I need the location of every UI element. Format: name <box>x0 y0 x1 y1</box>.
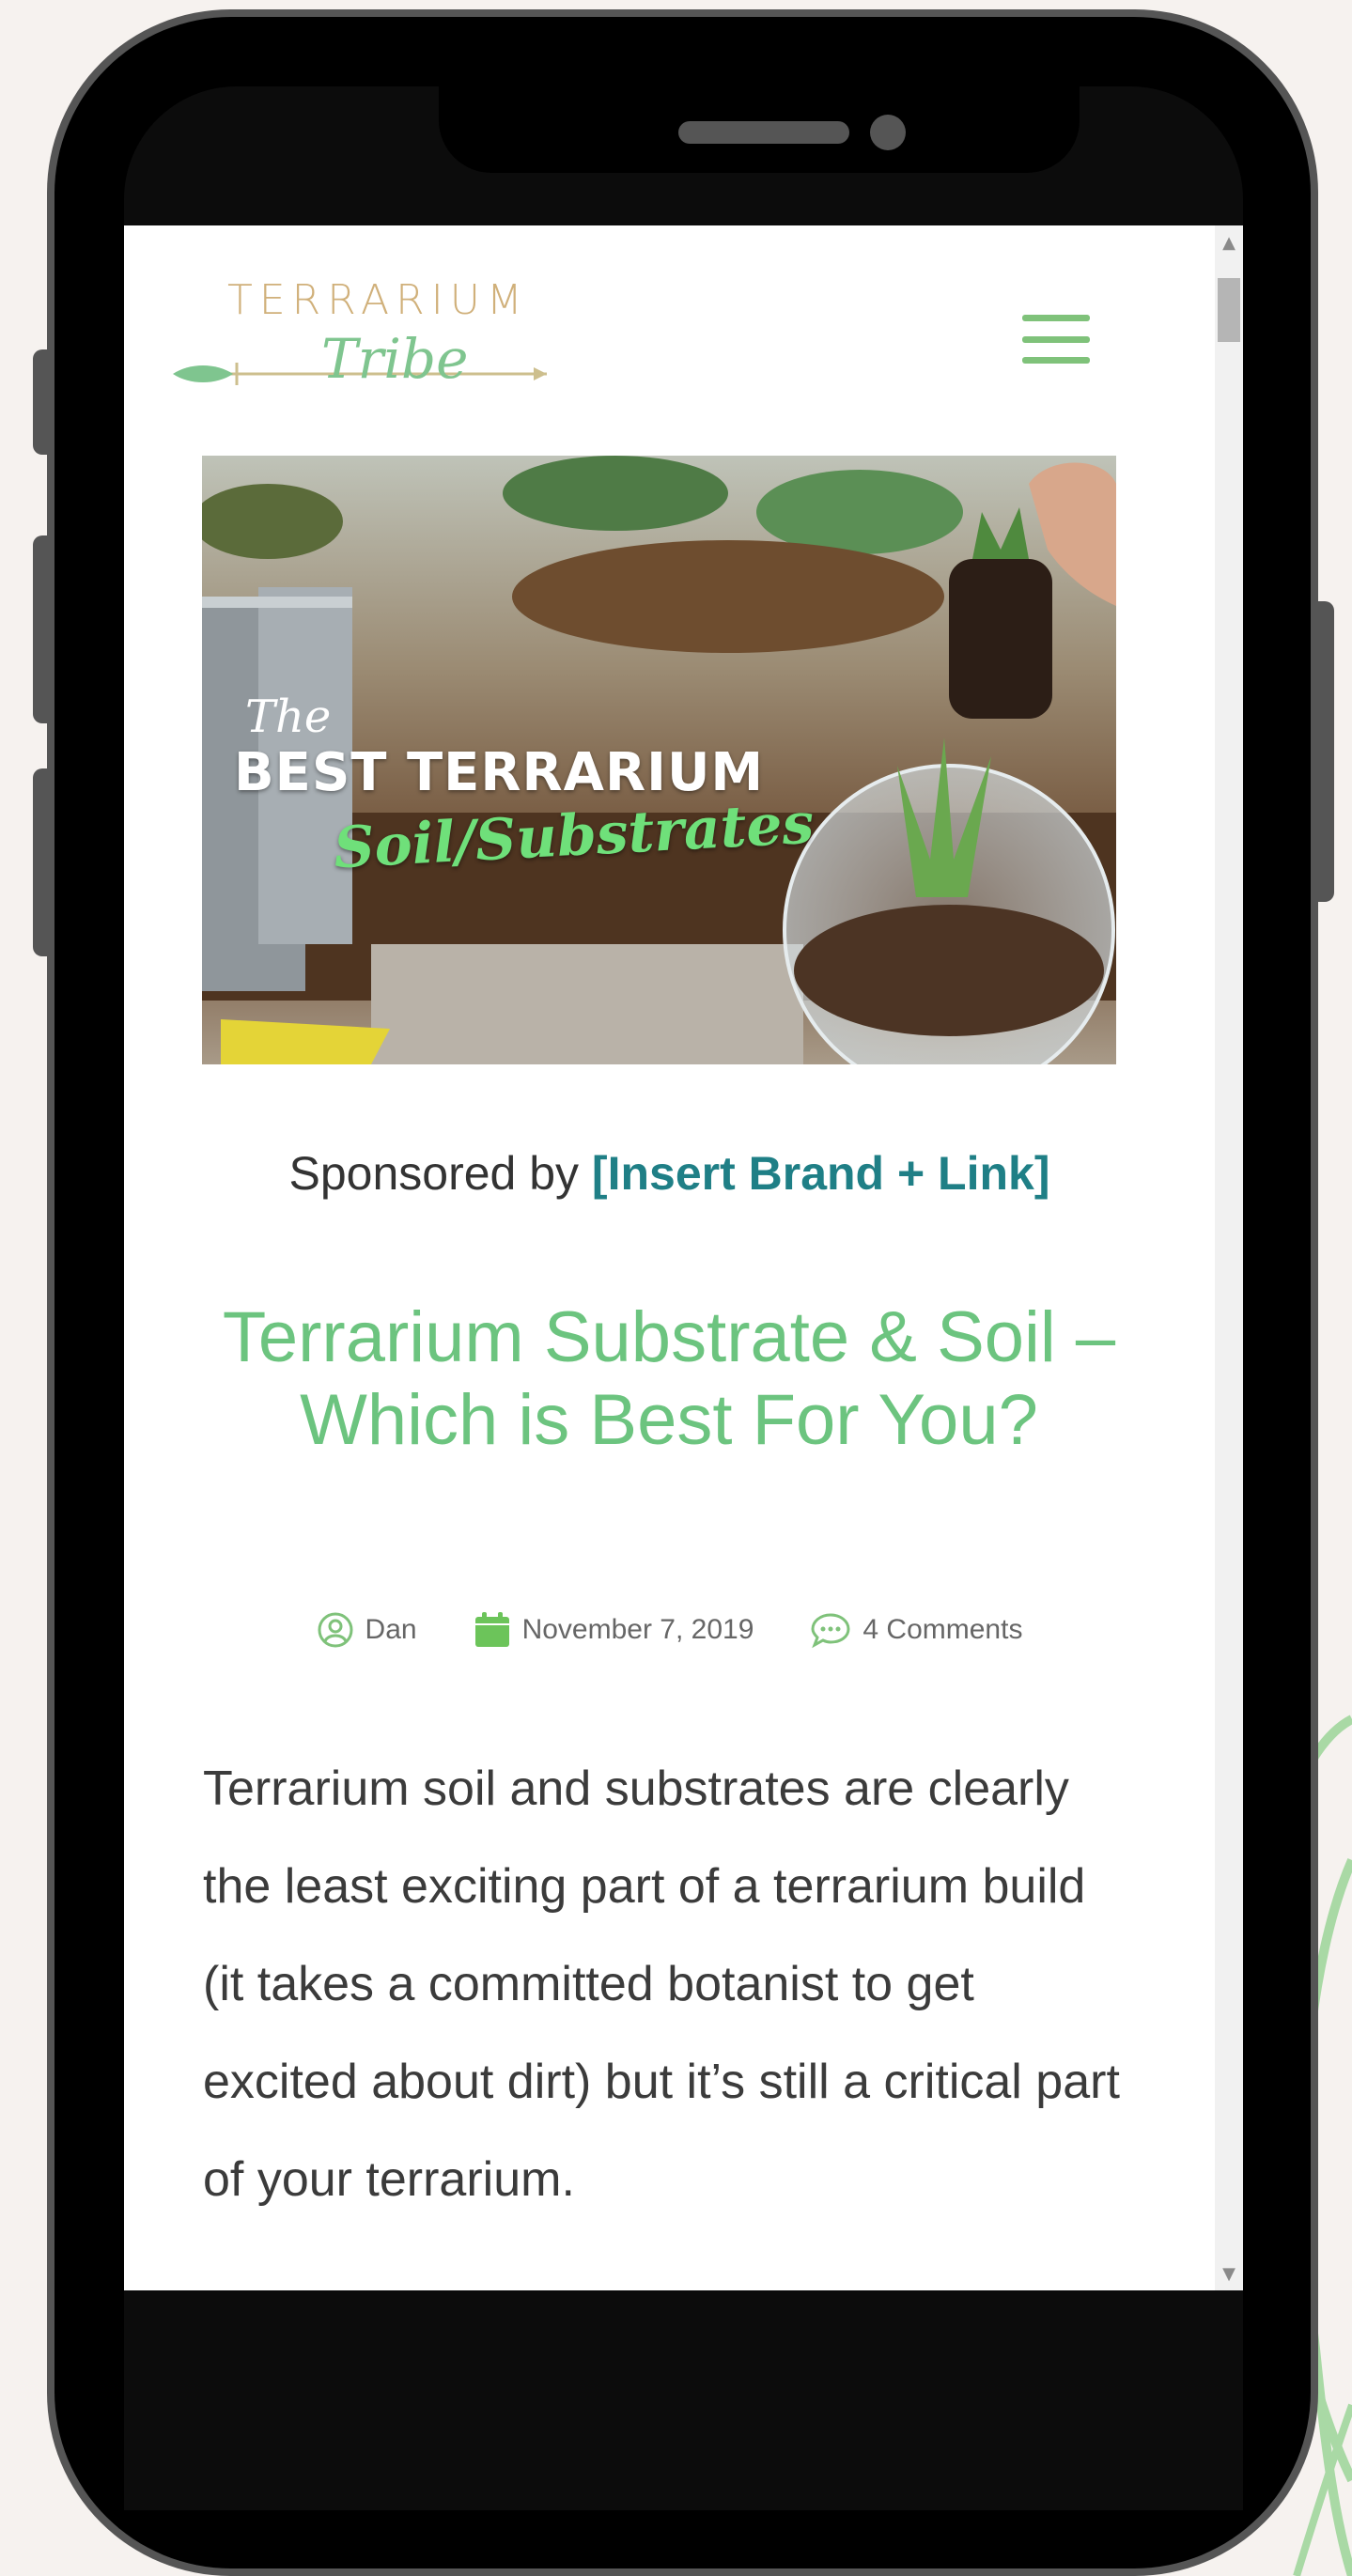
browser-viewport: TERRARIUM Tribe The BEST TERRARIUM Soil/… <box>124 225 1243 2290</box>
menu-line <box>1022 335 1090 343</box>
sponsored-line: Sponsored by [Insert Brand + Link] <box>124 1146 1215 1201</box>
meta-author[interactable]: Dan <box>317 1611 417 1649</box>
post-date: November 7, 2019 <box>521 1614 754 1645</box>
menu-line <box>1022 315 1090 321</box>
user-icon <box>318 1612 353 1648</box>
scroll-thumb[interactable] <box>1218 278 1240 342</box>
meta-comments[interactable]: 4 Comments <box>810 1611 1022 1649</box>
hamburger-menu-icon[interactable] <box>1022 315 1090 364</box>
front-camera <box>870 115 906 150</box>
post-meta: Dan November 7, 2019 4 Comments <box>124 1606 1215 1653</box>
logo-wordmark: TERRARIUM <box>227 276 529 324</box>
hero-the-text: The <box>245 691 332 743</box>
meta-date[interactable]: November 7, 2019 <box>474 1611 754 1649</box>
logo-script-text: Tribe <box>321 327 469 391</box>
calendar-icon <box>474 1612 509 1647</box>
menu-line <box>1022 357 1090 364</box>
vertical-scrollbar[interactable]: ▲ ▼ <box>1215 225 1243 2290</box>
post-body-paragraph: Terrarium soil and substrates are clearl… <box>203 1761 1120 2207</box>
site-logo[interactable]: TERRARIUM Tribe <box>171 272 556 404</box>
scroll-down-arrow-icon[interactable]: ▼ <box>1215 2264 1243 2285</box>
phone-notch <box>439 86 1080 173</box>
author-name: Dan <box>365 1614 417 1645</box>
phone-bottom-bezel <box>124 2290 1243 2510</box>
scroll-up-arrow-icon[interactable]: ▲ <box>1215 233 1243 254</box>
speaker-grille <box>678 121 849 144</box>
sponsor-link[interactable]: [Insert Brand + Link] <box>592 1147 1050 1200</box>
sponsored-prefix: Sponsored by <box>288 1147 592 1200</box>
post-title: Terrarium Substrate & Soil – Which is Be… <box>222 1297 1116 1460</box>
comment-icon <box>811 1613 850 1649</box>
comment-count: 4 Comments <box>862 1614 1023 1645</box>
hero-title-text: BEST TERRARIUM <box>234 742 765 803</box>
featured-image: The BEST TERRARIUM Soil/Substrates <box>202 456 1116 1064</box>
